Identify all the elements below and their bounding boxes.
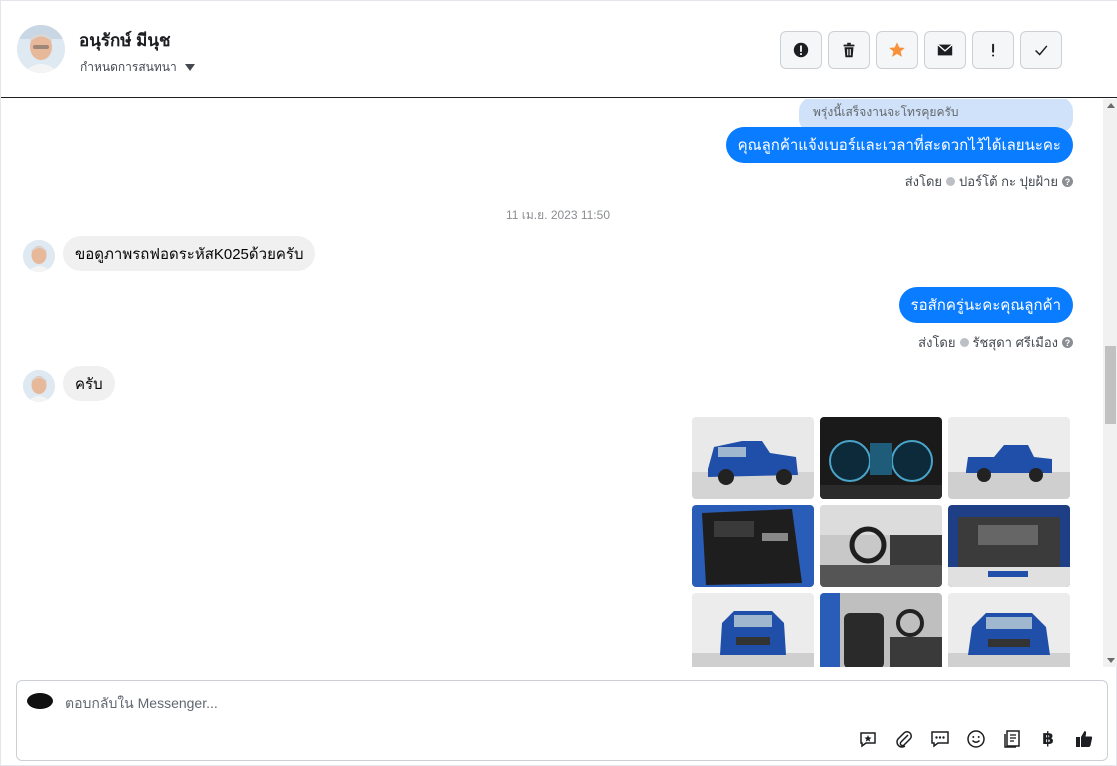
alert-circle-icon [793,42,809,58]
chat-bubbles-icon [931,731,949,748]
saved-reply-button[interactable] [857,728,879,750]
thumbs-up-icon [1076,731,1093,747]
thread-scrollbar[interactable] [1103,99,1117,667]
like-button[interactable] [1073,728,1095,750]
composer-toolbar: ฿ [857,728,1095,750]
help-icon[interactable]: ? [1062,176,1073,187]
page-logo [27,693,53,709]
scrollbar-thumb[interactable] [1105,346,1116,424]
contact-avatar[interactable] [17,25,65,73]
follow-up-button[interactable] [972,31,1014,69]
sent-by-prefix: ส่งโดย [918,335,956,350]
outgoing-message[interactable]: รอสักครู่นะคะคุณลูกค้า [898,287,1073,323]
mail-icon [937,44,953,56]
car-photo[interactable] [948,593,1070,667]
emoji-icon [967,730,985,748]
attachment-icon [896,731,912,748]
outgoing-message[interactable]: คุณลูกค้าแจ้งเบอร์และเวลาที่สะดวกไว้ได้เ… [725,127,1073,163]
star-button[interactable] [876,31,918,69]
car-photo[interactable] [820,593,942,667]
contact-avatar-small [23,240,55,272]
car-photo[interactable] [948,505,1070,587]
spam-button[interactable] [780,31,822,69]
message-composer: ฿ [16,680,1108,761]
check-icon [1035,45,1048,56]
verified-icon [946,177,956,186]
assign-conversation-dropdown[interactable]: กำหนดการสนทนา [80,58,195,77]
mark-unread-button[interactable] [924,31,966,69]
reply-input[interactable] [65,695,965,711]
attach-file-button[interactable] [893,728,915,750]
trash-icon [843,42,855,58]
inbox-conversation-panel: อนุรักษ์ มีนุช กำหนดการสนทนา พรุ่งนี้เสร… [0,0,1117,766]
message-thread: พรุ่งนี้เสร็จงานจะโทรคุยครับ คุณลูกค้าแจ… [3,99,1103,667]
car-photo[interactable] [820,417,942,499]
quick-replies-button[interactable] [929,728,951,750]
message-timestamp: 11 เม.ย. 2023 11:50 [505,208,610,222]
notes-button[interactable] [1001,728,1023,750]
exclamation-icon [992,43,995,57]
sender-name: รัชสุดา ศรีเมือง [972,335,1059,350]
sent-by-prefix: ส่งโดย [904,174,943,189]
scroll-down-icon[interactable] [1107,658,1115,663]
help-icon[interactable]: ? [1062,337,1073,348]
contact-name[interactable]: อนุรักษ์ มีนุช [79,27,171,54]
car-photo[interactable] [820,505,942,587]
car-photo[interactable] [692,417,814,499]
incoming-message[interactable]: ครับ [63,366,115,401]
assign-label: กำหนดการสนทนา [80,60,177,74]
car-photo[interactable] [948,417,1070,499]
car-photo[interactable] [692,593,814,667]
sent-by-label: ส่งโดย ปอร์โต้ กะ ปุยฝ้าย ? [905,171,1073,192]
conversation-header: อนุรักษ์ มีนุช กำหนดการสนทนา [1,1,1117,98]
emoji-button[interactable] [965,728,987,750]
payment-button[interactable]: ฿ [1037,728,1059,750]
verified-icon [959,338,969,347]
saved-reply-icon [860,732,876,748]
star-icon [889,42,905,57]
scroll-up-icon[interactable] [1107,103,1115,108]
notes-icon [1004,730,1020,748]
done-button[interactable] [1020,31,1062,69]
sender-name: ปอร์โต้ กะ ปุยฝ้าย [959,174,1058,189]
delete-button[interactable] [828,31,870,69]
sent-by-label: ส่งโดย รัชสุดา ศรีเมือง ? [918,332,1073,353]
incoming-message[interactable]: ขอดูภาพรถฟอดระหัสK025ด้วยครับ [63,236,316,271]
photo-attachment-grid [692,417,1074,667]
conversation-toolbar [780,31,1062,69]
contact-avatar-small [23,370,55,402]
caret-down-icon [184,64,195,71]
baht-icon: ฿ [1042,729,1054,748]
car-photo[interactable] [692,505,814,587]
